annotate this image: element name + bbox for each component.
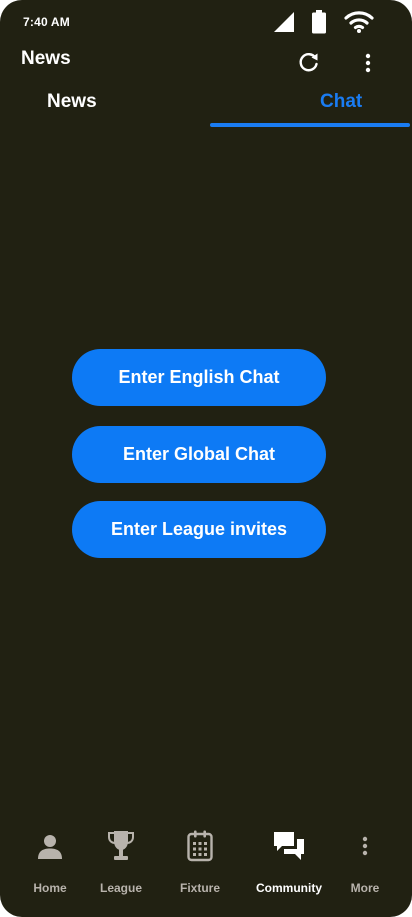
nav-fixture-label: Fixture bbox=[179, 881, 220, 895]
page-title: News bbox=[21, 48, 71, 69]
refresh-button[interactable] bbox=[296, 49, 322, 75]
more-vert-icon bbox=[362, 836, 368, 856]
status-bar: 7:40 AM bbox=[0, 0, 412, 44]
tab-chat[interactable]: Chat bbox=[320, 91, 362, 113]
more-vert-icon bbox=[365, 53, 371, 73]
nav-more[interactable]: More bbox=[346, 826, 384, 895]
enter-english-chat-button[interactable]: Enter English Chat bbox=[72, 349, 326, 406]
calendar-icon bbox=[187, 830, 213, 862]
trophy-icon bbox=[108, 831, 134, 860]
signal-icon bbox=[274, 11, 294, 33]
nav-fixture[interactable]: Fixture bbox=[175, 826, 225, 895]
status-icons bbox=[274, 10, 374, 34]
tab-indicator bbox=[210, 123, 410, 127]
app-bar: News bbox=[0, 44, 412, 84]
nav-community[interactable]: Community bbox=[249, 826, 329, 895]
nav-league[interactable]: League bbox=[96, 826, 146, 895]
nav-community-label: Community bbox=[256, 881, 322, 895]
nav-league-label: League bbox=[99, 881, 142, 895]
bottom-nav: Home League Fixture Community More bbox=[0, 826, 412, 917]
battery-icon bbox=[312, 10, 326, 34]
status-time: 7:40 AM bbox=[23, 15, 70, 29]
tab-bar: News Chat bbox=[0, 88, 412, 130]
tab-news[interactable]: News bbox=[47, 91, 97, 113]
wifi-icon bbox=[344, 11, 374, 33]
chat-bubbles-icon bbox=[274, 832, 304, 860]
enter-global-chat-button[interactable]: Enter Global Chat bbox=[72, 426, 326, 483]
nav-home-label: Home bbox=[33, 881, 67, 895]
phone-screen: 7:40 AM News News Chat Enter English Cha… bbox=[0, 0, 412, 917]
enter-league-invites-button[interactable]: Enter League invites bbox=[72, 501, 326, 558]
nav-home[interactable]: Home bbox=[30, 826, 70, 895]
refresh-icon bbox=[299, 53, 318, 72]
nav-more-label: More bbox=[350, 881, 380, 895]
person-icon bbox=[38, 835, 62, 859]
overflow-menu-button[interactable] bbox=[356, 50, 380, 76]
